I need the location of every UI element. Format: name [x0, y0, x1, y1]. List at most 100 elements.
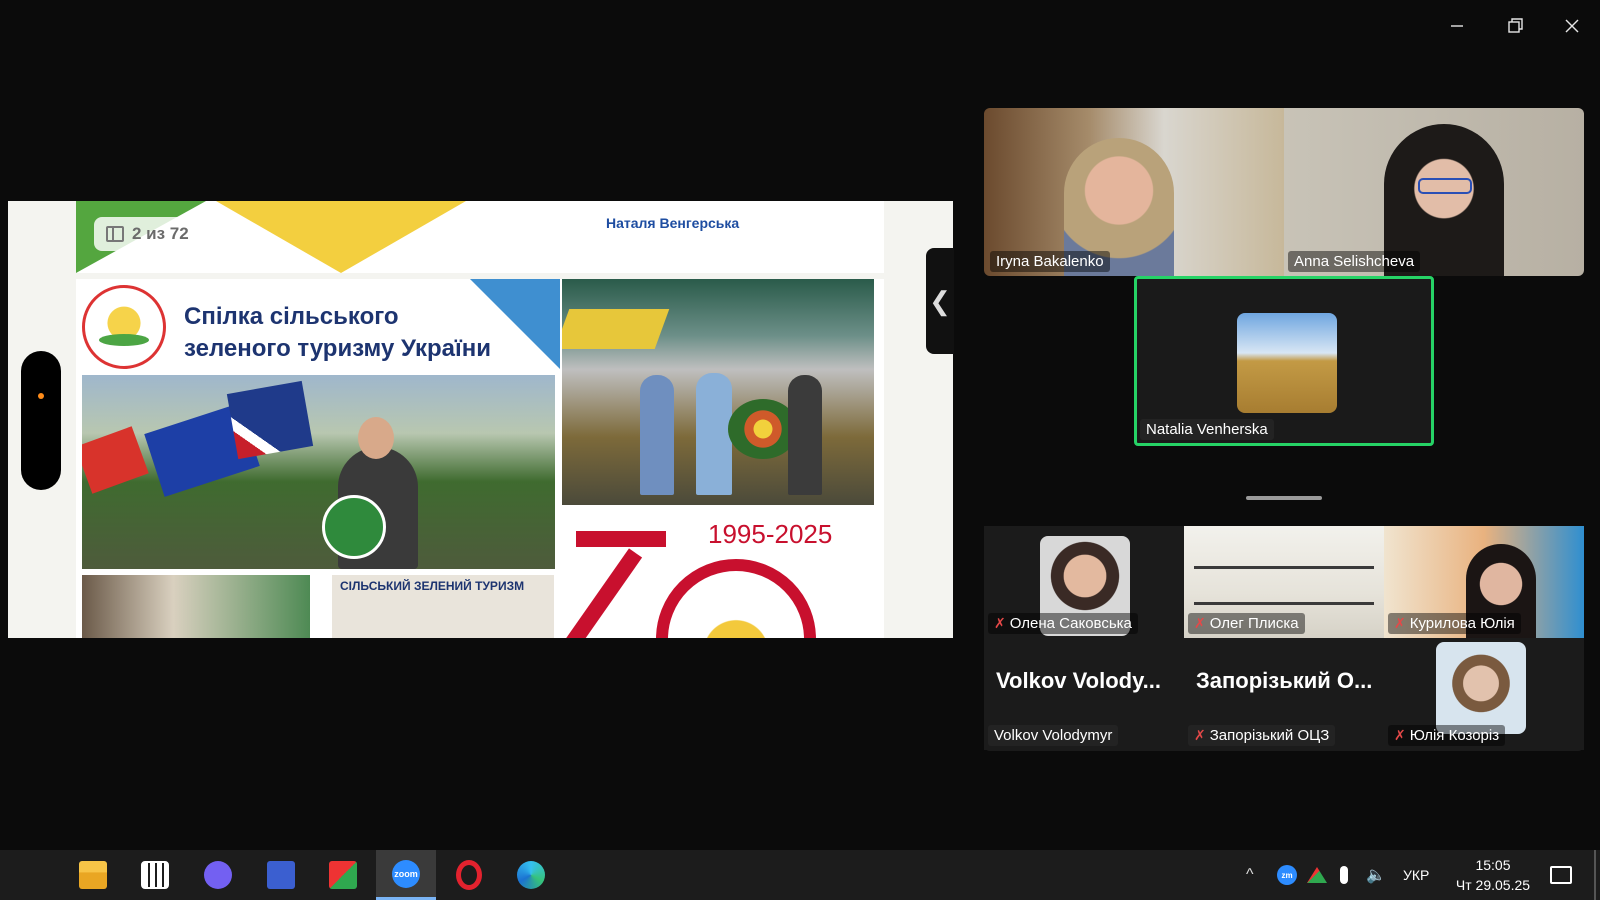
pdf-icon	[329, 861, 357, 889]
start-button[interactable]	[0, 850, 60, 900]
participant-name-tag: ✗ Запорізький ОЦЗ	[1188, 725, 1336, 746]
viber-button[interactable]	[188, 850, 248, 900]
file-explorer-button[interactable]	[63, 850, 123, 900]
save-icon	[267, 861, 295, 889]
video-tile-yuliia-kozoriz[interactable]: ✗ Юлія Козоріз	[1384, 638, 1584, 750]
floating-toolbar-handle[interactable]	[21, 351, 61, 490]
calculator-button[interactable]	[125, 850, 185, 900]
chevron-up-icon: ^	[1246, 866, 1254, 883]
notification-icon	[1550, 866, 1572, 884]
muted-mic-icon: ✗	[994, 615, 1006, 631]
minimize-button[interactable]	[1442, 12, 1472, 40]
show-hidden-icons-button[interactable]: ^	[1246, 850, 1254, 900]
presenter-name: Наталя Венгерська	[606, 215, 740, 231]
tray-zoom[interactable]: zm	[1277, 850, 1297, 900]
start-icon	[17, 862, 43, 888]
muted-mic-icon: ✗	[1194, 727, 1206, 743]
page-counter[interactable]: 2 из 72	[94, 217, 200, 251]
video-tile-iryna-bakalenko[interactable]: Iryna Bakalenko	[984, 108, 1284, 276]
video-tile-kurylova-yuliia[interactable]: ✗ Курилова Юлія	[1384, 526, 1584, 638]
organization-title: Спілка сільського зеленого туризму Украї…	[184, 301, 544, 365]
organization-title-line-1: Спілка сільського	[184, 303, 399, 330]
tray-microphone[interactable]	[1340, 850, 1348, 900]
muted-mic-icon: ✗	[1394, 615, 1406, 631]
anniversary-emblem: 1995-2025	[572, 519, 884, 638]
shared-screen[interactable]: 2 из 72 Наталя Венгерська Спілка сільськ…	[8, 201, 953, 638]
flags-photo	[82, 375, 555, 569]
video-tile-volkov-volodymyr[interactable]: Volkov Volody... Volkov Volodymyr	[984, 638, 1184, 750]
zoom-tray-icon: zm	[1277, 865, 1297, 885]
participant-name: Курилова Юлія	[1409, 615, 1515, 632]
participant-name-tag: ✗ Юлія Козоріз	[1388, 725, 1506, 746]
man-head	[358, 417, 394, 459]
tray-app[interactable]	[1307, 850, 1327, 900]
organization-card: Спілка сільського зеленого туризму Украї…	[76, 279, 560, 571]
close-button[interactable]	[1557, 12, 1587, 40]
restore-button[interactable]	[1500, 12, 1530, 40]
zoom-button[interactable]: zoom	[376, 850, 436, 900]
video-tile-natalia-venherska[interactable]: Natalia Venherska	[1134, 276, 1434, 446]
participant-name: Юлія Козоріз	[1409, 727, 1500, 744]
organization-title-line-2: зеленого туризму України	[184, 335, 492, 362]
language-indicator[interactable]: УКР	[1403, 850, 1429, 900]
collapse-panel-button[interactable]: ❮	[926, 248, 954, 354]
participant-display-name: Запорізький О...	[1196, 668, 1373, 693]
banner-text: СІЛЬСЬКИЙ ЗЕЛЕНИЙ ТУРИЗМ	[340, 579, 525, 593]
minimize-icon	[1451, 25, 1463, 27]
zoom-meeting-window: 2 из 72 Наталя Венгерська Спілка сільськ…	[0, 0, 1600, 900]
participant-name: Олег Плиска	[1209, 615, 1299, 632]
opera-button[interactable]	[439, 850, 499, 900]
microphone-icon	[1340, 866, 1348, 884]
participant-avatar	[1436, 642, 1526, 734]
guaranteed-badge	[322, 495, 386, 559]
video-tile-zaporizkyi-otsz[interactable]: Запорізький О... ✗ Запорізький ОЦЗ	[1184, 638, 1384, 750]
video-tile-anna-selishcheva[interactable]: Anna Selishcheva	[1284, 108, 1584, 276]
clock[interactable]: 15:05 Чт 29.05.25	[1448, 850, 1538, 900]
rural-tourism-banner-photo: СІЛЬСЬКИЙ ЗЕЛЕНИЙ ТУРИЗМ	[332, 575, 554, 638]
participant-name: Volkov Volodymyr	[988, 725, 1119, 746]
glasses	[1418, 178, 1472, 194]
show-desktop-button[interactable]	[1594, 850, 1596, 900]
clock-date: Чт 29.05.25	[1455, 877, 1531, 893]
notifications-button[interactable]	[1550, 850, 1572, 900]
opera-icon	[456, 860, 482, 890]
app-tray-icon	[1307, 867, 1327, 883]
chevron-left-icon: ❮	[929, 285, 951, 316]
close-icon	[1565, 19, 1579, 33]
speaker-icon: 🔈	[1366, 867, 1386, 884]
red-flag	[82, 426, 149, 494]
viber-icon	[204, 861, 232, 889]
video-tile-olena-sakovska[interactable]: ✗ Олена Саковська	[984, 526, 1184, 638]
uk-flag	[226, 380, 314, 460]
video-tile-oleg-plyska[interactable]: ✗ Олег Плиска	[1184, 526, 1384, 638]
restore-icon	[1508, 18, 1523, 33]
pdf-app-button[interactable]	[313, 850, 373, 900]
exhibition-photo	[82, 575, 310, 638]
shelf	[1194, 602, 1374, 605]
person-figure	[640, 375, 674, 495]
participant-avatar	[1237, 313, 1337, 413]
muted-mic-icon: ✗	[1394, 727, 1406, 743]
yellow-triangle	[216, 201, 466, 273]
edge-button[interactable]	[501, 850, 561, 900]
person-figure	[788, 375, 822, 495]
slide-content: Спілка сільського зеленого туризму Украї…	[76, 279, 884, 638]
participant-name-tag: ✗ Курилова Юлія	[1388, 613, 1521, 634]
anniversary-years: 1995-2025	[708, 519, 833, 549]
participant-name: Олена Саковська	[1009, 615, 1132, 632]
participant-display-name: Volkov Volody...	[996, 668, 1162, 693]
zoom-icon: zoom	[392, 859, 420, 888]
muted-mic-icon: ✗	[1194, 615, 1206, 631]
windows-taskbar: zoom ^ zm 🔈 УКР 15:05 Чт 29.05.25	[0, 850, 1600, 900]
market-photo	[562, 279, 874, 505]
gallery-resize-handle[interactable]	[1246, 496, 1322, 500]
tray-volume[interactable]: 🔈	[1366, 850, 1386, 900]
shelf	[1194, 566, 1374, 569]
page-counter-text: 2 из 72	[132, 224, 189, 243]
edge-icon	[517, 861, 545, 889]
sidebar-icon	[106, 226, 124, 242]
participant-name: Запорізький ОЦЗ	[1209, 727, 1330, 744]
save-app-button[interactable]	[251, 850, 311, 900]
slide-header: 2 из 72 Наталя Венгерська	[76, 201, 884, 273]
file-explorer-icon	[79, 861, 107, 889]
